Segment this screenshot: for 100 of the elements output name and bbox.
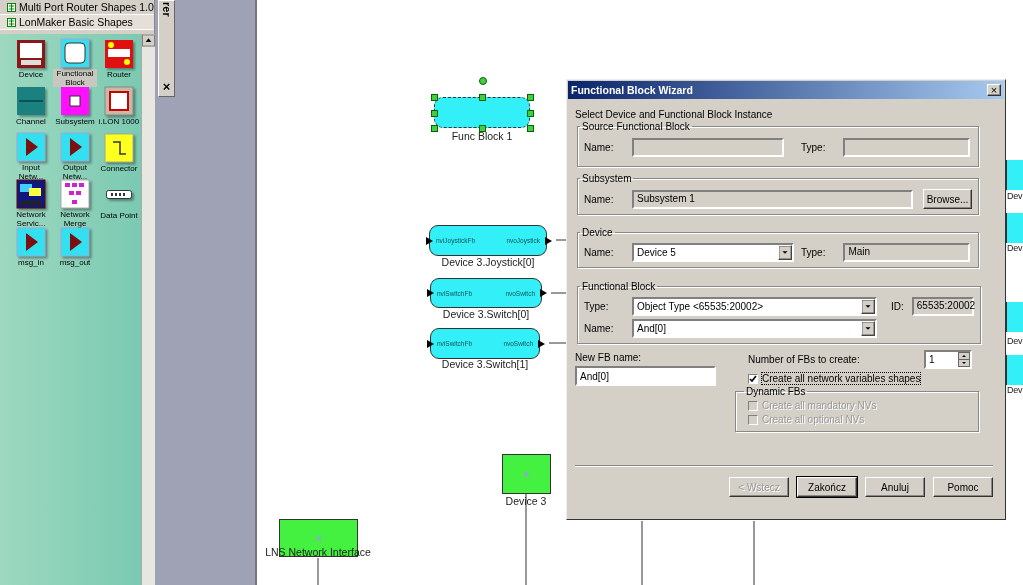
- scrollbar[interactable]: [141, 34, 155, 585]
- text-field[interactable]: 65535:20002: [911, 297, 974, 316]
- browse-button[interactable]: Browse...: [923, 189, 972, 209]
- selection-handle[interactable]: [431, 125, 438, 132]
- close-button[interactable]: ×: [987, 84, 1001, 96]
- text-field[interactable]: [632, 138, 784, 157]
- field-label: Name:: [584, 193, 615, 205]
- shape-label[interactable]: Input Netw...: [9, 163, 53, 181]
- dropdown[interactable]: Device 5: [632, 243, 794, 262]
- connector-icon: [104, 132, 134, 163]
- dropdown-arrow-icon[interactable]: [861, 321, 875, 336]
- shape-label[interactable]: Network Merge: [53, 210, 97, 228]
- function-block-shape: [1006, 302, 1023, 332]
- spin-arrows-icon[interactable]: [958, 352, 970, 367]
- field-label: Name:: [584, 142, 615, 153]
- text-field[interactable]: Subsystem 1: [632, 189, 913, 209]
- spin-box[interactable]: 1: [924, 350, 972, 369]
- connector-line: [548, 342, 567, 344]
- close-mark-icon: [316, 535, 321, 541]
- dropdown-arrow-icon[interactable]: [778, 245, 792, 260]
- field-label: Number of FBs to create:: [748, 354, 860, 365]
- dropdown[interactable]: And[0]: [632, 319, 877, 338]
- text-field[interactable]: Main: [843, 243, 971, 262]
- function-block-shape: [1006, 355, 1023, 385]
- field-label: Type:: [801, 142, 826, 153]
- selection-handle[interactable]: [479, 125, 486, 132]
- field-label: ID:: [891, 301, 904, 312]
- group-title: Device: [581, 227, 614, 238]
- shape-label: Device 3.Switch[0]: [442, 308, 530, 320]
- group-title: Functional Block: [581, 281, 657, 292]
- port-arrow-icon: [540, 289, 547, 297]
- shape-label: Dev: [1007, 243, 1023, 253]
- shape-label[interactable]: Data Point: [99, 211, 139, 220]
- shape-label[interactable]: Router: [106, 70, 132, 79]
- channel-icon: [16, 85, 46, 116]
- close-button[interactable]: ×: [162, 79, 171, 94]
- dialog-button[interactable]: Zakończ: [797, 477, 857, 497]
- shape-label[interactable]: Channel: [15, 117, 47, 126]
- port-arrow-icon: [538, 339, 545, 348]
- stencil-icon: [7, 17, 16, 27]
- router-icon: [104, 38, 134, 69]
- shape-label: Dev: [1007, 191, 1023, 201]
- field-label: Type:: [584, 301, 610, 312]
- shape-label[interactable]: i.LON 1000: [97, 117, 141, 126]
- port-arrow-icon: [427, 339, 434, 348]
- subsystem-icon: [60, 85, 90, 116]
- shape-label[interactable]: Output Netw...: [53, 163, 97, 181]
- stencil-header[interactable]: LonMaker Basic Shapes: [0, 15, 154, 30]
- docked-panel-tab[interactable]: rer ×: [158, 0, 175, 97]
- panel-title: rer: [160, 2, 173, 17]
- field-label: Name:: [584, 247, 615, 258]
- square-frame-icon: [104, 85, 134, 116]
- selection-handle[interactable]: [479, 94, 486, 101]
- rotation-handle[interactable]: [479, 77, 487, 85]
- tree-diagram-icon: [60, 179, 90, 209]
- shape-label: Dev: [1007, 385, 1023, 395]
- shape-label[interactable]: msg_out: [58, 258, 92, 267]
- field-label: Name:: [584, 323, 615, 334]
- data-point-icon: [106, 190, 132, 199]
- function-block-shape: [1006, 213, 1023, 243]
- shape-label[interactable]: Connector: [99, 164, 139, 173]
- computer-screen-icon: [16, 179, 46, 209]
- field-label: New FB name:: [575, 352, 643, 363]
- function-block-icon: [60, 38, 90, 68]
- selection-handle[interactable]: [527, 94, 534, 101]
- shape-label[interactable]: Device: [17, 70, 45, 79]
- dialog-button[interactable]: Pomoc: [933, 477, 993, 497]
- shape-label: Device 3.Switch[1]: [441, 358, 529, 370]
- connector-line: [641, 520, 643, 585]
- device-icon: [16, 38, 46, 69]
- group-title: Dynamic FBs: [745, 386, 807, 397]
- function-block-shape: [1006, 160, 1023, 190]
- connector-line: [555, 239, 567, 241]
- instruction-text: Select Device and Functional Block Instance: [575, 109, 774, 120]
- shape-label[interactable]: Network Servic...: [9, 210, 53, 228]
- shape-label[interactable]: Subsystem: [54, 117, 96, 126]
- group-title: Source Functional Block: [581, 121, 691, 132]
- dropdown[interactable]: Object Type <65535:20002>: [632, 297, 877, 316]
- selection-handle[interactable]: [527, 125, 534, 132]
- shape-label[interactable]: msg_in: [17, 258, 45, 267]
- shape-label: Dev: [1007, 336, 1023, 346]
- text-field[interactable]: And[0]: [575, 366, 716, 386]
- dialog-button[interactable]: Anuluj: [865, 477, 925, 497]
- port-arrow-icon: [426, 236, 433, 245]
- checkbox[interactable]: [748, 373, 758, 384]
- shape-label: Func Block 1: [451, 130, 513, 142]
- connector-line: [753, 520, 755, 585]
- stencil-header[interactable]: Multi Port Router Shapes 1.0: [0, 0, 154, 15]
- text-field[interactable]: [843, 138, 971, 157]
- port-arrow-icon: [545, 236, 552, 245]
- selection-handle[interactable]: [431, 94, 438, 101]
- close-mark-icon: [524, 471, 529, 477]
- connector-line: [550, 292, 567, 294]
- check-mark-icon: [749, 374, 757, 383]
- stencil-icon: [7, 2, 16, 12]
- group-title: Subsystem: [581, 173, 633, 184]
- dropdown-arrow-icon[interactable]: [861, 299, 875, 314]
- shape-label[interactable]: Functional Block: [53, 69, 97, 87]
- shape-label: Device 3.Joystick[0]: [441, 256, 535, 268]
- scroll-up-button[interactable]: [142, 34, 155, 47]
